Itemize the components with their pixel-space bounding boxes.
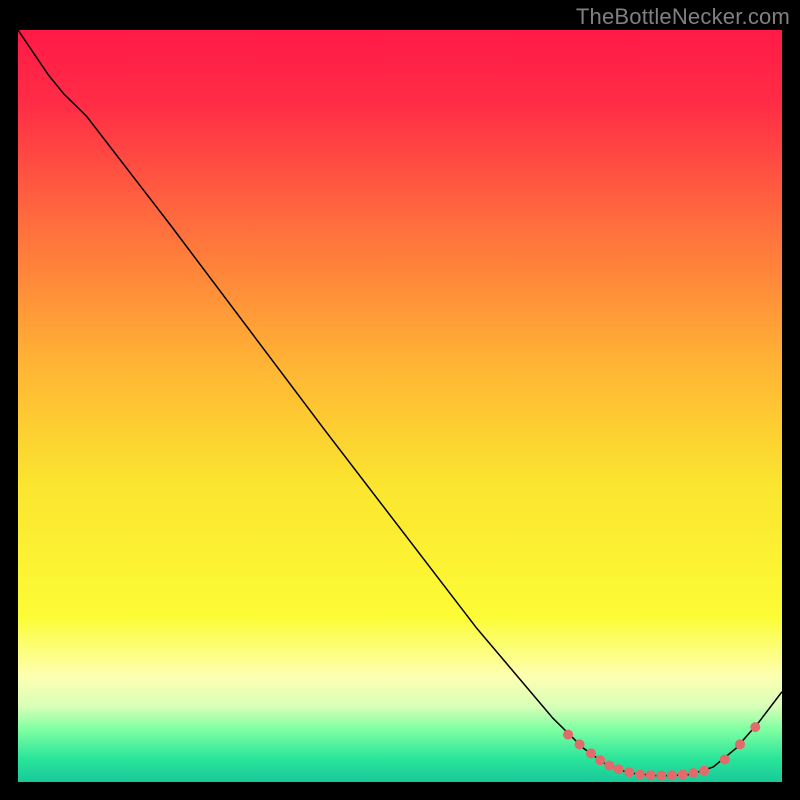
data-marker [635,769,645,779]
attribution-label: TheBottleNecker.com [576,4,790,30]
data-marker [735,739,745,749]
data-marker [575,739,585,749]
data-marker [720,754,730,764]
data-marker [595,755,605,765]
data-marker [563,730,573,740]
data-marker [646,770,656,780]
data-marker [678,769,688,779]
data-marker [688,768,698,778]
chart-frame: TheBottleNecker.com [0,0,800,800]
data-marker [656,771,666,781]
data-marker [586,748,596,758]
bottleneck-chart [18,30,782,782]
plot-area [18,30,782,782]
gradient-background [18,30,782,782]
data-marker [667,770,677,780]
data-marker [750,722,760,732]
data-marker [614,764,624,774]
data-marker [699,766,709,776]
data-marker [624,767,634,777]
data-marker [604,760,614,770]
